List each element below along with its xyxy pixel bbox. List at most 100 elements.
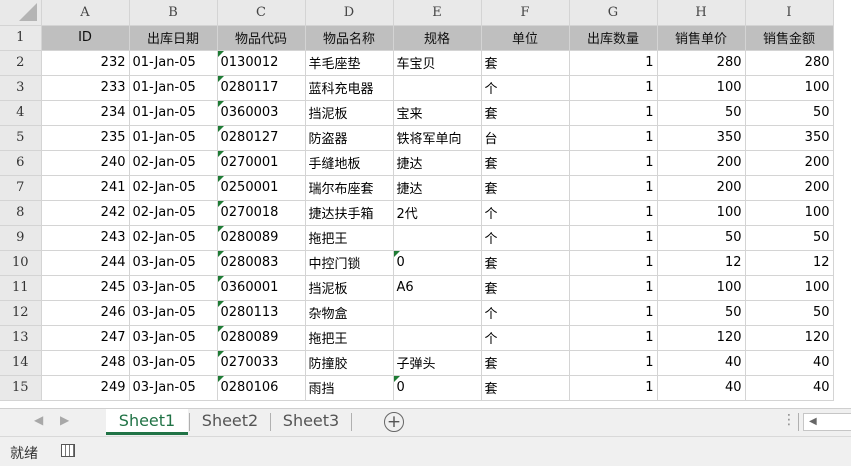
cell-f6[interactable]: 套 xyxy=(481,150,570,176)
cell-i11[interactable]: 100 xyxy=(745,275,834,301)
cell-c6[interactable]: 0270001 xyxy=(217,150,306,176)
select-all-corner[interactable] xyxy=(0,0,42,26)
cell-h2[interactable]: 280 xyxy=(657,50,746,76)
cell-b2[interactable]: 01-Jan-05 xyxy=(129,50,218,76)
cell-e12[interactable] xyxy=(393,300,482,326)
cell-h6[interactable]: 200 xyxy=(657,150,746,176)
cell-i4[interactable]: 50 xyxy=(745,100,834,126)
cell-g4[interactable]: 1 xyxy=(569,100,658,126)
cell-b3[interactable]: 01-Jan-05 xyxy=(129,75,218,101)
cell-h10[interactable]: 12 xyxy=(657,250,746,276)
cell-f15[interactable]: 套 xyxy=(481,375,570,401)
cell-f5[interactable]: 台 xyxy=(481,125,570,151)
cell-a3[interactable]: 233 xyxy=(41,75,130,101)
cell-f14[interactable]: 套 xyxy=(481,350,570,376)
cell-h14[interactable]: 40 xyxy=(657,350,746,376)
row-header[interactable]: 3 xyxy=(0,75,42,101)
cell-a12[interactable]: 246 xyxy=(41,300,130,326)
cell-b13[interactable]: 03-Jan-05 xyxy=(129,325,218,351)
cell-d10[interactable]: 中控门锁 xyxy=(305,250,394,276)
row-header[interactable]: 8 xyxy=(0,200,42,226)
cell-h11[interactable]: 100 xyxy=(657,275,746,301)
cell-a8[interactable]: 242 xyxy=(41,200,130,226)
cell-d11[interactable]: 挡泥板 xyxy=(305,275,394,301)
cell-c11[interactable]: 0360001 xyxy=(217,275,306,301)
cell-d13[interactable]: 拖把王 xyxy=(305,325,394,351)
cell-i8[interactable]: 100 xyxy=(745,200,834,226)
cell-c8[interactable]: 0270018 xyxy=(217,200,306,226)
cell-f12[interactable]: 个 xyxy=(481,300,570,326)
cell-c7[interactable]: 0250001 xyxy=(217,175,306,201)
horizontal-scrollbar[interactable]: ◀ xyxy=(803,413,851,431)
cell-a7[interactable]: 241 xyxy=(41,175,130,201)
column-header-h[interactable]: H xyxy=(657,0,746,26)
cell-d5[interactable]: 防盗器 xyxy=(305,125,394,151)
cell-c9[interactable]: 0280089 xyxy=(217,225,306,251)
cell-h1[interactable]: 销售单价 xyxy=(657,25,746,51)
row-header[interactable]: 5 xyxy=(0,125,42,151)
macro-record-icon[interactable] xyxy=(61,444,75,457)
column-header-b[interactable]: B xyxy=(129,0,218,26)
cell-e6[interactable]: 捷达 xyxy=(393,150,482,176)
cell-a10[interactable]: 244 xyxy=(41,250,130,276)
row-header[interactable]: 13 xyxy=(0,325,42,351)
tab-sheet1[interactable]: Sheet1 xyxy=(106,409,188,435)
cell-g8[interactable]: 1 xyxy=(569,200,658,226)
cell-g7[interactable]: 1 xyxy=(569,175,658,201)
cell-c12[interactable]: 0280113 xyxy=(217,300,306,326)
cell-h8[interactable]: 100 xyxy=(657,200,746,226)
cell-e4[interactable]: 宝来 xyxy=(393,100,482,126)
cell-c5[interactable]: 0280127 xyxy=(217,125,306,151)
column-header-a[interactable]: A xyxy=(41,0,130,26)
cell-a14[interactable]: 248 xyxy=(41,350,130,376)
row-header[interactable]: 6 xyxy=(0,150,42,176)
cell-e14[interactable]: 子弹头 xyxy=(393,350,482,376)
cell-c4[interactable]: 0360003 xyxy=(217,100,306,126)
cell-e11[interactable]: A6 xyxy=(393,275,482,301)
cell-c14[interactable]: 0270033 xyxy=(217,350,306,376)
cell-a15[interactable]: 249 xyxy=(41,375,130,401)
row-header[interactable]: 7 xyxy=(0,175,42,201)
row-header[interactable]: 15 xyxy=(0,375,42,401)
cell-d7[interactable]: 瑞尔布座套 xyxy=(305,175,394,201)
cell-d6[interactable]: 手缝地板 xyxy=(305,150,394,176)
cell-c2[interactable]: 0130012 xyxy=(217,50,306,76)
cell-d4[interactable]: 挡泥板 xyxy=(305,100,394,126)
cell-e5[interactable]: 铁将军单向 xyxy=(393,125,482,151)
cell-d14[interactable]: 防撞胶 xyxy=(305,350,394,376)
cell-i7[interactable]: 200 xyxy=(745,175,834,201)
cell-h7[interactable]: 200 xyxy=(657,175,746,201)
cell-h9[interactable]: 50 xyxy=(657,225,746,251)
row-header[interactable]: 10 xyxy=(0,250,42,276)
tab-scroll-right-icon[interactable]: ▶ xyxy=(60,413,69,427)
cell-d2[interactable]: 羊毛座垫 xyxy=(305,50,394,76)
cell-e8[interactable]: 2代 xyxy=(393,200,482,226)
cell-h5[interactable]: 350 xyxy=(657,125,746,151)
cell-a5[interactable]: 235 xyxy=(41,125,130,151)
cell-e15[interactable]: 0 xyxy=(393,375,482,401)
cell-a6[interactable]: 240 xyxy=(41,150,130,176)
cell-g9[interactable]: 1 xyxy=(569,225,658,251)
tab-scroll-left-icon[interactable]: ◀ xyxy=(34,413,43,427)
cell-e9[interactable] xyxy=(393,225,482,251)
cell-f13[interactable]: 个 xyxy=(481,325,570,351)
tab-sheet3[interactable]: Sheet3 xyxy=(271,409,351,435)
cell-c3[interactable]: 0280117 xyxy=(217,75,306,101)
cell-e1[interactable]: 规格 xyxy=(393,25,482,51)
row-header[interactable]: 4 xyxy=(0,100,42,126)
tab-sheet2[interactable]: Sheet2 xyxy=(190,409,270,435)
column-header-g[interactable]: G xyxy=(569,0,658,26)
cell-h12[interactable]: 50 xyxy=(657,300,746,326)
cell-g5[interactable]: 1 xyxy=(569,125,658,151)
cell-b15[interactable]: 03-Jan-05 xyxy=(129,375,218,401)
cell-d12[interactable]: 杂物盒 xyxy=(305,300,394,326)
cell-d15[interactable]: 雨挡 xyxy=(305,375,394,401)
cell-f8[interactable]: 个 xyxy=(481,200,570,226)
cell-g12[interactable]: 1 xyxy=(569,300,658,326)
cell-f2[interactable]: 套 xyxy=(481,50,570,76)
cell-i9[interactable]: 50 xyxy=(745,225,834,251)
cell-f1[interactable]: 单位 xyxy=(481,25,570,51)
row-header[interactable]: 12 xyxy=(0,300,42,326)
cell-i1[interactable]: 销售金额 xyxy=(745,25,834,51)
cell-d3[interactable]: 蓝科充电器 xyxy=(305,75,394,101)
